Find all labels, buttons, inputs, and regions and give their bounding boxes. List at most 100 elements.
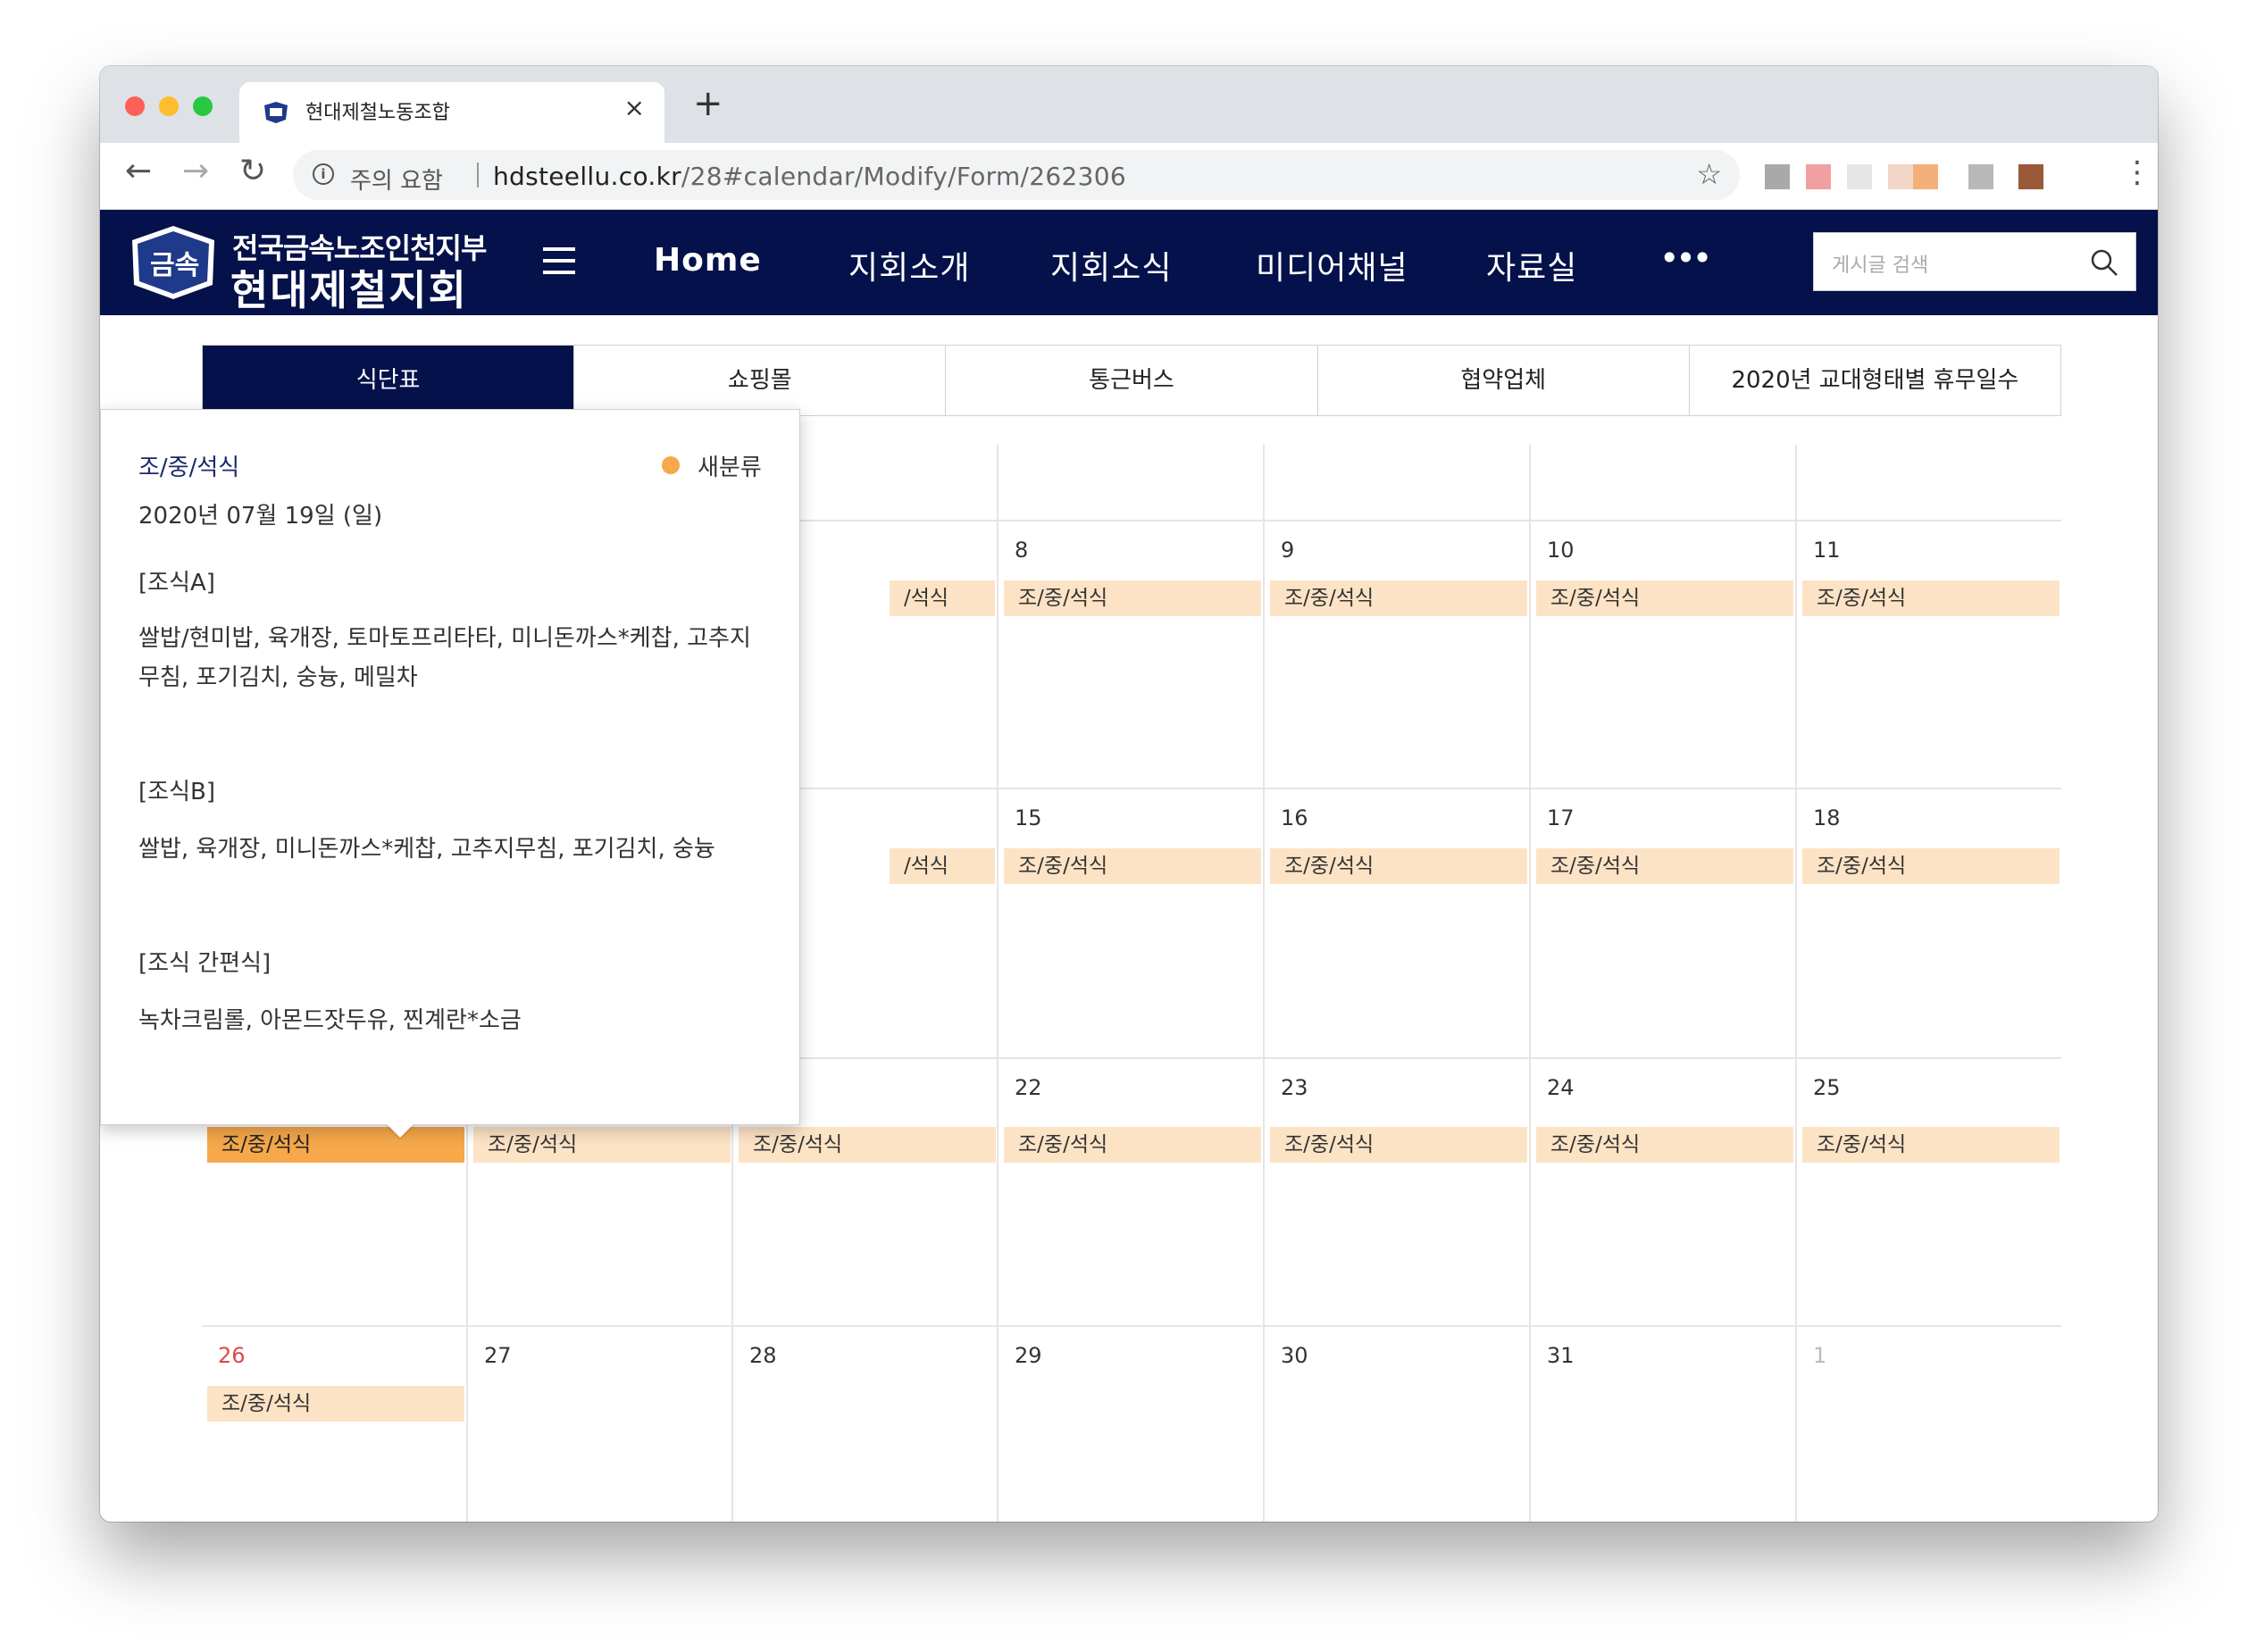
address-divider bbox=[477, 163, 479, 188]
nav-about[interactable]: 지회소개 bbox=[848, 242, 970, 288]
popover-date: 2020년 07월 19일 (일) bbox=[138, 503, 383, 530]
meal-event[interactable]: 조/중/석식 bbox=[1004, 1127, 1261, 1163]
menu-heading: [조식 간편식] bbox=[138, 950, 272, 977]
meal-event[interactable]: 조/중/석식 bbox=[1536, 1127, 1793, 1163]
meal-event[interactable]: 조/중/석식 bbox=[1802, 580, 2060, 616]
day-number[interactable]: 25 bbox=[1813, 1075, 1841, 1100]
extension-icon[interactable] bbox=[1968, 164, 1993, 189]
menu-text: 쌀밥, 육개장, 미니돈까스*케찹, 고추지무침, 포기김치, 숭늉 bbox=[138, 836, 715, 863]
tab-close-icon[interactable]: × bbox=[624, 93, 645, 122]
tab-shopping-mall[interactable]: 쇼핑몰 bbox=[574, 346, 947, 415]
extension-icon[interactable] bbox=[1888, 164, 1913, 189]
day-number[interactable]: 24 bbox=[1547, 1075, 1575, 1100]
day-number[interactable]: 15 bbox=[1015, 805, 1042, 830]
menu-heading: [조식A] bbox=[138, 570, 215, 597]
url-text[interactable]: hdsteellu.co.kr/28#calendar/Modify/Form/… bbox=[493, 162, 1126, 191]
info-icon[interactable]: i bbox=[313, 163, 334, 185]
meal-event[interactable]: 조/중/석식 bbox=[1802, 848, 2060, 884]
day-number[interactable]: 27 bbox=[484, 1343, 512, 1368]
tab-meal-schedule[interactable]: 식단표 bbox=[203, 346, 575, 415]
meal-event[interactable]: 조/중/석식 bbox=[473, 1127, 731, 1163]
day-number[interactable]: 17 bbox=[1547, 805, 1575, 830]
profile-avatar[interactable] bbox=[2018, 164, 2043, 189]
search-icon[interactable] bbox=[2089, 247, 2119, 278]
grid-line bbox=[997, 445, 998, 1522]
nav-home[interactable]: Home bbox=[654, 242, 762, 279]
category-dot-icon bbox=[662, 456, 680, 474]
address-bar[interactable]: i 주의 요함 hdsteellu.co.kr/28#calendar/Modi… bbox=[293, 150, 1740, 200]
new-tab-button[interactable]: + bbox=[693, 86, 723, 121]
extension-icon[interactable] bbox=[1913, 164, 1938, 189]
bookmark-star-icon[interactable]: ☆ bbox=[1696, 157, 1722, 191]
meal-event[interactable]: /석식 bbox=[890, 848, 995, 884]
tab-commute-bus[interactable]: 통근버스 bbox=[946, 346, 1318, 415]
extension-icon[interactable] bbox=[1847, 164, 1872, 189]
tab-holiday-counts[interactable]: 2020년 교대형태별 휴무일수 bbox=[1689, 346, 2061, 415]
day-number[interactable]: 10 bbox=[1547, 538, 1575, 563]
close-window-button[interactable] bbox=[125, 96, 145, 116]
meal-event[interactable]: 조/중/석식 bbox=[207, 1386, 464, 1422]
day-number[interactable]: 30 bbox=[1281, 1343, 1308, 1368]
grid-line bbox=[1529, 445, 1531, 1522]
menu-heading: [조식B] bbox=[138, 779, 215, 805]
reload-button[interactable]: ↻ bbox=[239, 155, 266, 188]
meal-event[interactable]: 조/중/석식 bbox=[1270, 580, 1527, 616]
hamburger-menu-icon[interactable] bbox=[543, 247, 575, 274]
browser-menu-icon[interactable]: ⋮ bbox=[2122, 157, 2152, 188]
tab-title: 현대제철노동조합 bbox=[305, 102, 450, 124]
meal-event[interactable]: 조/중/석식 bbox=[1270, 1127, 1527, 1163]
menu-text: 쌀밥/현미밥, 육개장, 토마토프리타타, 미니돈까스*케찹, 고추지 bbox=[138, 625, 751, 652]
day-number[interactable]: 18 bbox=[1813, 805, 1841, 830]
extension-icon[interactable] bbox=[1806, 164, 1831, 189]
day-number[interactable]: 9 bbox=[1281, 538, 1294, 563]
security-warning[interactable]: 주의 요함 bbox=[350, 163, 443, 196]
tab-partner-companies[interactable]: 협약업체 bbox=[1317, 346, 1690, 415]
menu-text: 무침, 포기김치, 숭늉, 메밀차 bbox=[138, 664, 418, 691]
meal-event[interactable]: 조/중/석식 bbox=[1802, 1127, 2060, 1163]
logo-emblem-text: 금속 bbox=[150, 250, 199, 281]
back-button[interactable]: ← bbox=[125, 155, 152, 188]
forward-button[interactable]: → bbox=[182, 155, 209, 188]
favicon-icon bbox=[264, 102, 288, 123]
url-path: /28#calendar/Modify/Form/262306 bbox=[681, 162, 1126, 191]
meal-event[interactable]: 조/중/석식 bbox=[1004, 580, 1261, 616]
logo-title[interactable]: 현대제철지회 bbox=[230, 258, 468, 317]
day-number[interactable]: 31 bbox=[1547, 1343, 1575, 1368]
nav-media[interactable]: 미디어채널 bbox=[1256, 242, 1408, 288]
meal-event-selected[interactable]: 조/중/석식 bbox=[207, 1127, 464, 1163]
browser-toolbar: ← → ↻ i 주의 요함 hdsteellu.co.kr/28#calenda… bbox=[100, 143, 2158, 210]
nav-news[interactable]: 지회소식 bbox=[1050, 242, 1172, 288]
url-host: hdsteellu.co.kr bbox=[493, 162, 681, 191]
day-number[interactable]: 22 bbox=[1015, 1075, 1042, 1100]
meal-event[interactable]: 조/중/석식 bbox=[1004, 848, 1261, 884]
popover-category: 새분류 bbox=[698, 455, 762, 481]
maximize-window-button[interactable] bbox=[193, 96, 213, 116]
extension-icon[interactable] bbox=[1765, 164, 1790, 189]
meal-event[interactable]: 조/중/석식 bbox=[1536, 580, 1793, 616]
browser-tab[interactable]: 현대제철노동조합 × bbox=[239, 82, 664, 143]
menu-text: 녹차크림롤, 아몬드잣두유, 찐계란*소금 bbox=[138, 1007, 522, 1034]
meal-event[interactable]: 조/중/석식 bbox=[1536, 848, 1793, 884]
meal-event[interactable]: /석식 bbox=[890, 580, 995, 616]
nav-archive[interactable]: 자료실 bbox=[1486, 242, 1577, 288]
nav-more-icon[interactable]: ••• bbox=[1659, 238, 1712, 278]
day-number[interactable]: 28 bbox=[749, 1343, 777, 1368]
sub-tabs: 식단표 쇼핑몰 통근버스 협약업체 2020년 교대형태별 휴무일수 bbox=[202, 345, 2061, 416]
tab-strip: 현대제철노동조합 × + bbox=[100, 66, 2158, 143]
day-number[interactable]: 1 bbox=[1813, 1343, 1826, 1368]
day-number[interactable]: 11 bbox=[1813, 538, 1841, 563]
day-number[interactable]: 26 bbox=[218, 1343, 246, 1368]
event-popover: 조/중/석식 새분류 2020년 07월 19일 (일) [조식A] 쌀밥/현미… bbox=[100, 409, 800, 1125]
union-logo-icon[interactable]: 금속 bbox=[127, 222, 220, 303]
meal-event[interactable]: 조/중/석식 bbox=[1270, 848, 1527, 884]
meal-event[interactable]: 조/중/석식 bbox=[739, 1127, 996, 1163]
day-number[interactable]: 8 bbox=[1015, 538, 1028, 563]
day-number[interactable]: 16 bbox=[1281, 805, 1308, 830]
minimize-window-button[interactable] bbox=[159, 96, 179, 116]
site-search[interactable]: 게시글 검색 bbox=[1813, 232, 2136, 291]
search-input[interactable]: 게시글 검색 bbox=[1832, 249, 1928, 278]
grid-line bbox=[1795, 445, 1797, 1522]
grid-line bbox=[202, 1325, 2061, 1327]
day-number[interactable]: 23 bbox=[1281, 1075, 1308, 1100]
day-number[interactable]: 29 bbox=[1015, 1343, 1042, 1368]
